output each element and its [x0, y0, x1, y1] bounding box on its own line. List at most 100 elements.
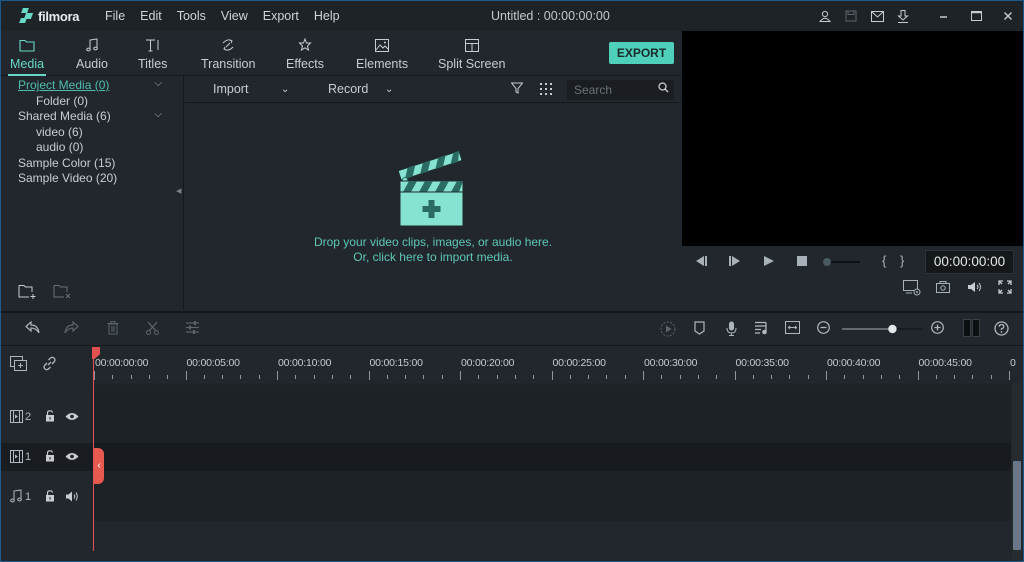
close-icon[interactable]	[993, 11, 1023, 21]
search-icon[interactable]	[658, 82, 669, 96]
audio-mixer-icon[interactable]	[755, 321, 768, 338]
module-tabs: Media Audio Titles Transition Effects El…	[1, 31, 681, 76]
save-icon[interactable]	[839, 10, 863, 22]
import-dropdown[interactable]: Import	[213, 82, 248, 96]
add-track-icon[interactable]	[10, 356, 28, 377]
lock-icon[interactable]	[45, 410, 55, 425]
menu-view[interactable]: View	[221, 9, 248, 23]
library-tree: Project Media (0) ⌵ Folder (0) Shared Me…	[18, 78, 178, 187]
tab-audio[interactable]: Audio	[76, 31, 108, 76]
timeline-tracks: 2 1 1	[1, 383, 1011, 561]
new-folder-icon[interactable]	[18, 284, 36, 299]
menu-export[interactable]: Export	[263, 9, 299, 23]
link-icon[interactable]	[42, 356, 57, 376]
record-dropdown[interactable]: Record	[328, 82, 368, 96]
cut-icon[interactable]	[146, 321, 159, 338]
timeline-ruler[interactable]: 00:00:00:00 00:00:05:00 00:00:10:00 00:00:1…	[1, 347, 1023, 383]
tab-elements[interactable]: Elements	[356, 31, 408, 76]
library-item-audio[interactable]: audio (0)	[18, 140, 178, 156]
music-note-icon	[86, 37, 98, 57]
next-frame-icon[interactable]	[728, 255, 742, 270]
zoom-in-icon[interactable]	[931, 321, 944, 337]
ruler-minor-tick	[533, 375, 534, 379]
menu-help[interactable]: Help	[314, 9, 340, 23]
eye-icon[interactable]	[65, 412, 79, 424]
play-icon[interactable]	[763, 255, 775, 270]
library-item-shared-media[interactable]: Shared Media (6) ⌵	[18, 109, 178, 125]
library-item-folder[interactable]: Folder (0)	[18, 94, 178, 110]
mark-out-button[interactable]: }	[900, 253, 904, 268]
voiceover-icon[interactable]	[726, 321, 737, 339]
fullscreen-icon[interactable]	[998, 280, 1012, 297]
mark-in-button[interactable]: {	[882, 253, 886, 268]
speaker-icon[interactable]	[65, 491, 79, 505]
lock-icon[interactable]	[45, 450, 55, 465]
tab-titles[interactable]: Titles	[138, 31, 167, 76]
search-input[interactable]: Search	[567, 80, 674, 100]
redo-icon[interactable]	[64, 320, 79, 337]
filter-icon[interactable]	[510, 82, 524, 97]
text-icon	[145, 37, 161, 57]
record-chevron-icon[interactable]: ⌄	[385, 84, 393, 95]
undo-icon[interactable]	[25, 320, 40, 337]
mail-icon[interactable]	[865, 10, 889, 22]
menu-file[interactable]: File	[105, 9, 125, 23]
timeline-empty-area[interactable]	[94, 521, 1011, 561]
collapse-track-tab[interactable]: ‹	[94, 448, 104, 484]
lock-icon[interactable]	[45, 490, 55, 505]
library-item-video[interactable]: video (6)	[18, 125, 178, 141]
track-video-2[interactable]	[94, 391, 1011, 443]
playback-volume-slider[interactable]	[822, 256, 862, 270]
minimize-icon[interactable]	[929, 11, 959, 21]
collapse-panel-handle[interactable]: ◀	[176, 187, 181, 195]
ruler-major-tick	[552, 371, 553, 380]
render-preview-icon[interactable]	[660, 321, 676, 340]
library-item-sample-video[interactable]: Sample Video (20)	[18, 171, 178, 187]
track-video-1[interactable]	[94, 443, 1011, 471]
tab-transition[interactable]: Transition	[201, 31, 255, 76]
grid-view-icon[interactable]	[540, 83, 552, 98]
ruler-minor-tick	[497, 375, 498, 379]
tab-split-screen[interactable]: Split Screen	[438, 31, 505, 76]
tab-effects[interactable]: Effects	[286, 31, 324, 76]
ruler-minor-tick	[405, 375, 406, 379]
transition-icon	[221, 37, 235, 57]
marker-icon[interactable]	[694, 321, 705, 338]
library-item-sample-color[interactable]: Sample Color (15)	[18, 156, 178, 172]
snapshot-icon[interactable]	[936, 281, 950, 296]
effects-icon	[298, 37, 312, 57]
adjust-icon[interactable]	[186, 321, 199, 337]
volume-icon[interactable]	[967, 281, 983, 296]
previous-frame-icon[interactable]	[694, 255, 708, 270]
maximize-icon[interactable]	[961, 11, 991, 21]
timeline-scroll-thumb[interactable]	[1013, 461, 1021, 550]
help-icon[interactable]	[994, 321, 1009, 339]
zoom-out-icon[interactable]	[817, 321, 830, 337]
ruler-label: 00:00:45:00	[918, 357, 972, 369]
download-icon[interactable]	[891, 9, 915, 23]
tab-media[interactable]: Media	[7, 31, 47, 76]
delete-folder-icon[interactable]	[53, 284, 71, 299]
video-track-icon	[10, 410, 23, 426]
split-view-icon[interactable]	[963, 319, 980, 340]
chevron-down-icon[interactable]: ⌵	[154, 109, 162, 120]
eye-icon[interactable]	[65, 452, 79, 464]
ruler-minor-tick	[167, 375, 168, 379]
timeline-zoom-slider[interactable]	[841, 322, 923, 338]
import-hint-text[interactable]: Or, click here to import media.	[185, 250, 681, 264]
fit-timeline-icon[interactable]	[785, 321, 800, 337]
media-drop-zone[interactable]: Drop your video clips, images, or audio …	[185, 104, 681, 310]
import-chevron-icon[interactable]: ⌄	[281, 84, 289, 95]
ruler-minor-tick	[240, 375, 241, 379]
export-button[interactable]: EXPORT	[609, 42, 674, 64]
menu-tools[interactable]: Tools	[177, 9, 206, 23]
track-audio-1[interactable]	[94, 471, 1011, 521]
library-item-project-media[interactable]: Project Media (0) ⌵	[18, 78, 178, 94]
display-settings-icon[interactable]	[903, 280, 921, 299]
stop-icon[interactable]	[796, 255, 808, 270]
delete-icon[interactable]	[107, 321, 119, 338]
chevron-down-icon[interactable]: ⌵	[154, 78, 162, 89]
ruler-minor-tick	[295, 375, 296, 379]
menu-edit[interactable]: Edit	[140, 9, 162, 23]
account-icon[interactable]	[813, 10, 837, 22]
